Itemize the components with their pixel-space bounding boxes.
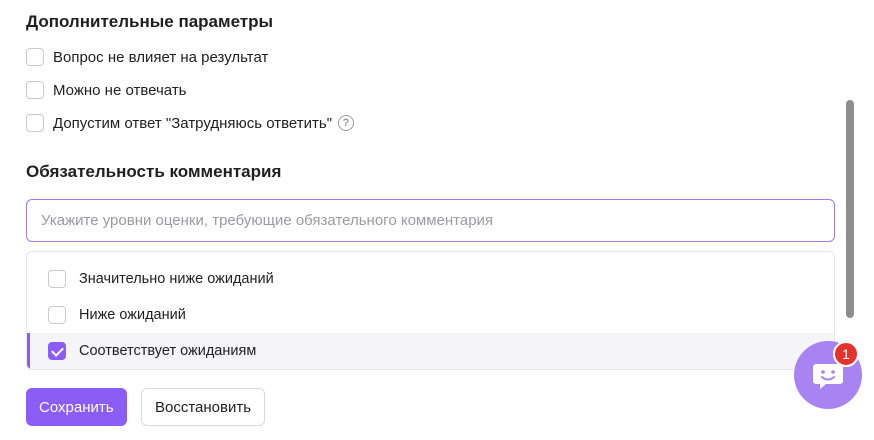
comment-requirement-title: Обязательность комментария <box>26 162 282 181</box>
rating-levels-search-input[interactable] <box>26 199 835 242</box>
save-button[interactable]: Сохранить <box>26 388 127 426</box>
option-hard-to-answer[interactable]: Допустим ответ "Затрудняюсь ответить" ? <box>26 112 355 134</box>
checkbox[interactable] <box>26 114 44 132</box>
checkbox[interactable] <box>48 306 66 324</box>
dropdown-item-selected[interactable]: Соответствует ожиданиям <box>27 333 834 369</box>
option-label: Допустим ответ "Затрудняюсь ответить" <box>53 114 333 132</box>
scrollbar-thumb[interactable] <box>846 100 854 318</box>
checkbox[interactable] <box>26 48 44 66</box>
settings-page: Дополнительные параметры Вопрос не влияе… <box>0 0 874 440</box>
rating-levels-dropdown: Значительно ниже ожиданий Ниже ожиданий … <box>26 251 835 370</box>
chat-notification-badge: 1 <box>833 341 859 367</box>
question-circle-icon[interactable]: ? <box>338 115 355 131</box>
option-label: Можно не отвечать <box>53 81 187 99</box>
dropdown-item[interactable]: Значительно ниже ожиданий <box>27 261 834 297</box>
dropdown-item-label: Ниже ожиданий <box>79 307 186 323</box>
checkbox[interactable] <box>48 270 66 288</box>
dropdown-item[interactable]: Ниже ожиданий <box>27 297 834 333</box>
additional-params-title: Дополнительные параметры <box>26 12 274 31</box>
checkbox[interactable] <box>26 81 44 99</box>
checkbox-checked[interactable] <box>48 342 66 360</box>
dropdown-item-label: Значительно ниже ожиданий <box>79 271 274 287</box>
dropdown-item-label: Соответствует ожиданиям <box>79 343 257 359</box>
option-optional-answer[interactable]: Можно не отвечать <box>26 79 187 101</box>
option-no-affect-result[interactable]: Вопрос не влияет на результат <box>26 46 268 68</box>
option-label: Вопрос не влияет на результат <box>53 48 269 66</box>
restore-button[interactable]: Восстановить <box>141 388 266 426</box>
